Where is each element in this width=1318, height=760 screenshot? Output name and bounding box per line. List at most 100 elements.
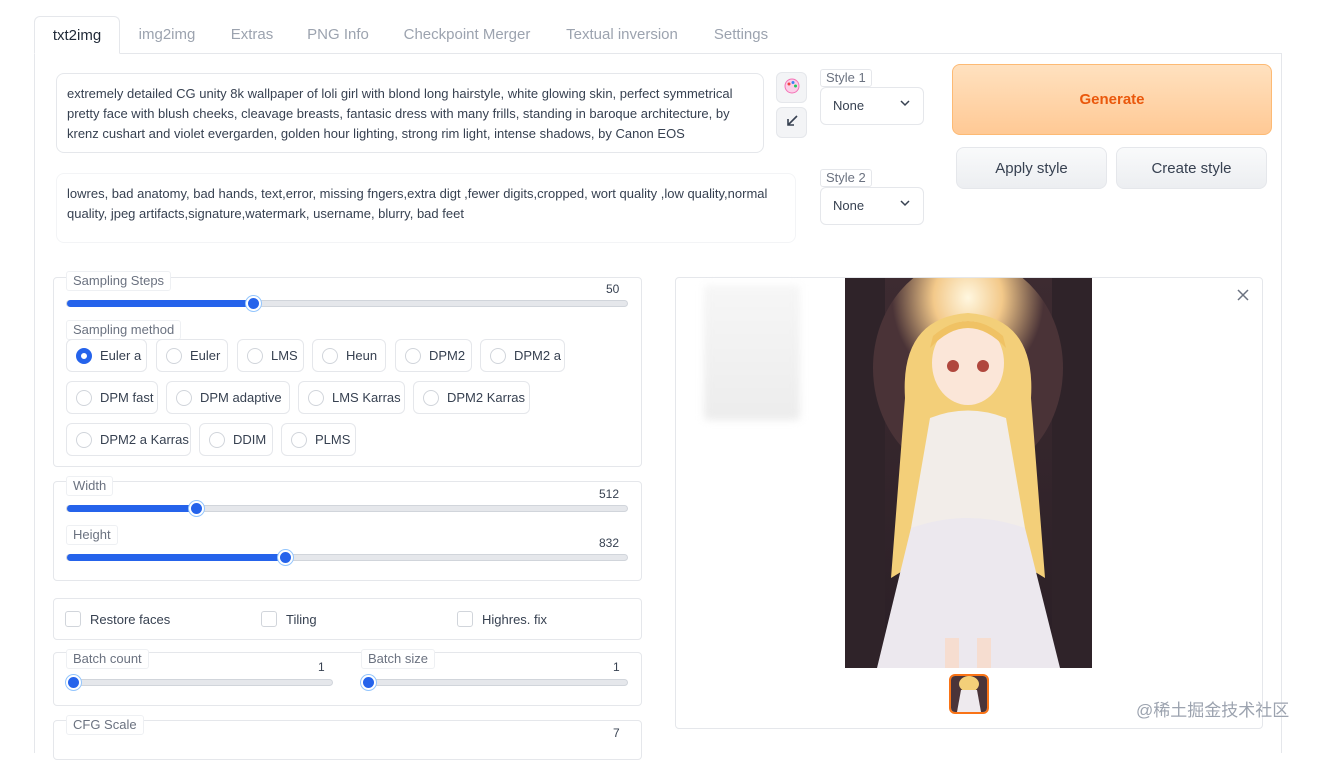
slider-thumb[interactable] bbox=[66, 675, 81, 690]
radio-label: DPM fast bbox=[100, 390, 154, 405]
radio-dpm2-a[interactable]: DPM2 a bbox=[480, 339, 565, 372]
radio-label: Euler bbox=[190, 348, 221, 363]
batch-count-label: Batch count bbox=[66, 649, 149, 669]
highres-fix-checkbox[interactable]: Highres. fix bbox=[457, 611, 547, 627]
checkbox-box bbox=[457, 611, 473, 627]
cfg-scale-label: CFG Scale bbox=[66, 715, 144, 735]
generate-button[interactable]: Generate bbox=[952, 64, 1272, 135]
radio-dot bbox=[247, 347, 263, 364]
slider-fill bbox=[67, 300, 254, 307]
slider-thumb[interactable] bbox=[361, 675, 376, 690]
tab-settings[interactable]: Settings bbox=[702, 16, 780, 54]
generated-image[interactable] bbox=[845, 258, 1092, 668]
restore-faces-checkbox[interactable]: Restore faces bbox=[65, 611, 170, 627]
prompt-input[interactable]: extremely detailed CG unity 8k wallpaper… bbox=[56, 73, 764, 153]
sampling-steps-label: Sampling Steps bbox=[66, 271, 172, 291]
tab-checkpoint-merger[interactable]: Checkpoint Merger bbox=[392, 16, 542, 54]
radio-label: DPM adaptive bbox=[200, 390, 282, 405]
checkbox-label: Restore faces bbox=[90, 611, 171, 627]
width-label: Width bbox=[66, 476, 114, 496]
radio-dot bbox=[291, 431, 307, 448]
radio-dot bbox=[322, 347, 338, 364]
radio-plms[interactable]: PLMS bbox=[281, 423, 356, 456]
radio-dpm-fast[interactable]: DPM fast bbox=[66, 381, 158, 414]
radio-dot bbox=[490, 347, 506, 364]
previous-image-blurred bbox=[704, 285, 800, 420]
width-value[interactable]: 512 bbox=[599, 487, 619, 501]
height-slider[interactable] bbox=[66, 550, 628, 565]
width-slider[interactable] bbox=[66, 501, 628, 516]
checkbox-box bbox=[65, 611, 81, 627]
watermark: @稀土掘金技术社区 bbox=[1136, 701, 1290, 720]
radio-label: PLMS bbox=[315, 432, 351, 447]
palette-icon bbox=[784, 78, 800, 97]
slider-thumb[interactable] bbox=[189, 501, 204, 516]
radio-dpm2-a-karras[interactable]: DPM2 a Karras bbox=[66, 423, 191, 456]
checkbox-label: Tiling bbox=[286, 611, 317, 627]
cfg-scale-value[interactable]: 7 bbox=[613, 726, 620, 740]
batch-size-label: Batch size bbox=[361, 649, 435, 669]
apply-style-button[interactable]: Apply style bbox=[956, 147, 1107, 189]
interrogate-button[interactable] bbox=[776, 72, 807, 103]
radio-label: DPM2 bbox=[429, 348, 466, 363]
radio-dot bbox=[76, 389, 92, 406]
batch-size-slider[interactable] bbox=[361, 675, 628, 690]
height-value[interactable]: 832 bbox=[599, 536, 619, 550]
create-style-button[interactable]: Create style bbox=[1116, 147, 1267, 189]
batch-size-value[interactable]: 1 bbox=[613, 660, 620, 674]
radio-label: DDIM bbox=[233, 432, 267, 447]
style2-value: None bbox=[833, 198, 865, 213]
tab-png-info[interactable]: PNG Info bbox=[298, 16, 378, 54]
radio-dot bbox=[209, 431, 225, 448]
negative-prompt-input[interactable]: lowres, bad anatomy, bad hands, text,err… bbox=[56, 173, 796, 243]
batch-count-slider[interactable] bbox=[66, 675, 333, 690]
radio-heun[interactable]: Heun bbox=[312, 339, 386, 372]
radio-dot bbox=[166, 347, 182, 364]
style1-label: Style 1 bbox=[820, 69, 872, 87]
tab-txt2img[interactable]: txt2img bbox=[34, 16, 120, 54]
checkbox-label: Highres. fix bbox=[482, 611, 548, 627]
tab-img2img[interactable]: img2img bbox=[124, 16, 210, 54]
tab-textual-inversion[interactable]: Textual inversion bbox=[556, 16, 688, 54]
radio-euler-a[interactable]: Euler a bbox=[66, 339, 147, 372]
sampling-method-label: Sampling method bbox=[66, 320, 182, 340]
radio-dot bbox=[76, 431, 92, 448]
radio-lms[interactable]: LMS bbox=[237, 339, 304, 372]
tab-extras[interactable]: Extras bbox=[220, 16, 284, 54]
slider-thumb[interactable] bbox=[246, 296, 261, 311]
sampling-steps-slider[interactable] bbox=[66, 296, 628, 311]
gallery-thumbnail[interactable] bbox=[949, 674, 989, 714]
radio-dot bbox=[76, 347, 92, 364]
radio-dot bbox=[405, 347, 421, 364]
radio-label: Heun bbox=[346, 348, 378, 363]
close-icon[interactable] bbox=[1237, 286, 1249, 306]
height-label: Height bbox=[66, 525, 118, 545]
chevron-down-icon bbox=[899, 197, 911, 212]
radio-dot bbox=[308, 389, 324, 406]
radio-dpm2[interactable]: DPM2 bbox=[395, 339, 472, 372]
radio-label: DPM2 a Karras bbox=[100, 432, 189, 447]
radio-dot bbox=[176, 389, 192, 406]
radio-dot bbox=[423, 389, 439, 406]
radio-label: DPM2 a bbox=[514, 348, 561, 363]
slider-thumb[interactable] bbox=[278, 550, 293, 565]
radio-label: LMS Karras bbox=[332, 390, 401, 405]
arrow-down-left-icon bbox=[785, 114, 799, 131]
radio-label: DPM2 Karras bbox=[447, 390, 526, 405]
size-group bbox=[53, 481, 642, 581]
radio-ddim[interactable]: DDIM bbox=[199, 423, 273, 456]
sampling-steps-value[interactable]: 50 bbox=[606, 282, 619, 296]
radio-euler[interactable]: Euler bbox=[156, 339, 228, 372]
batch-count-value[interactable]: 1 bbox=[318, 660, 325, 674]
radio-label: LMS bbox=[271, 348, 298, 363]
radio-label: Euler a bbox=[100, 348, 142, 363]
checkbox-box bbox=[261, 611, 277, 627]
radio-lms-karras[interactable]: LMS Karras bbox=[298, 381, 405, 414]
style1-select[interactable]: None bbox=[820, 87, 924, 125]
tiling-checkbox[interactable]: Tiling bbox=[261, 611, 317, 627]
style2-select[interactable]: None bbox=[820, 187, 924, 225]
radio-dpm-adaptive[interactable]: DPM adaptive bbox=[166, 381, 290, 414]
style2-label: Style 2 bbox=[820, 169, 872, 187]
read-params-button[interactable] bbox=[776, 107, 807, 138]
radio-dpm2-karras[interactable]: DPM2 Karras bbox=[413, 381, 530, 414]
